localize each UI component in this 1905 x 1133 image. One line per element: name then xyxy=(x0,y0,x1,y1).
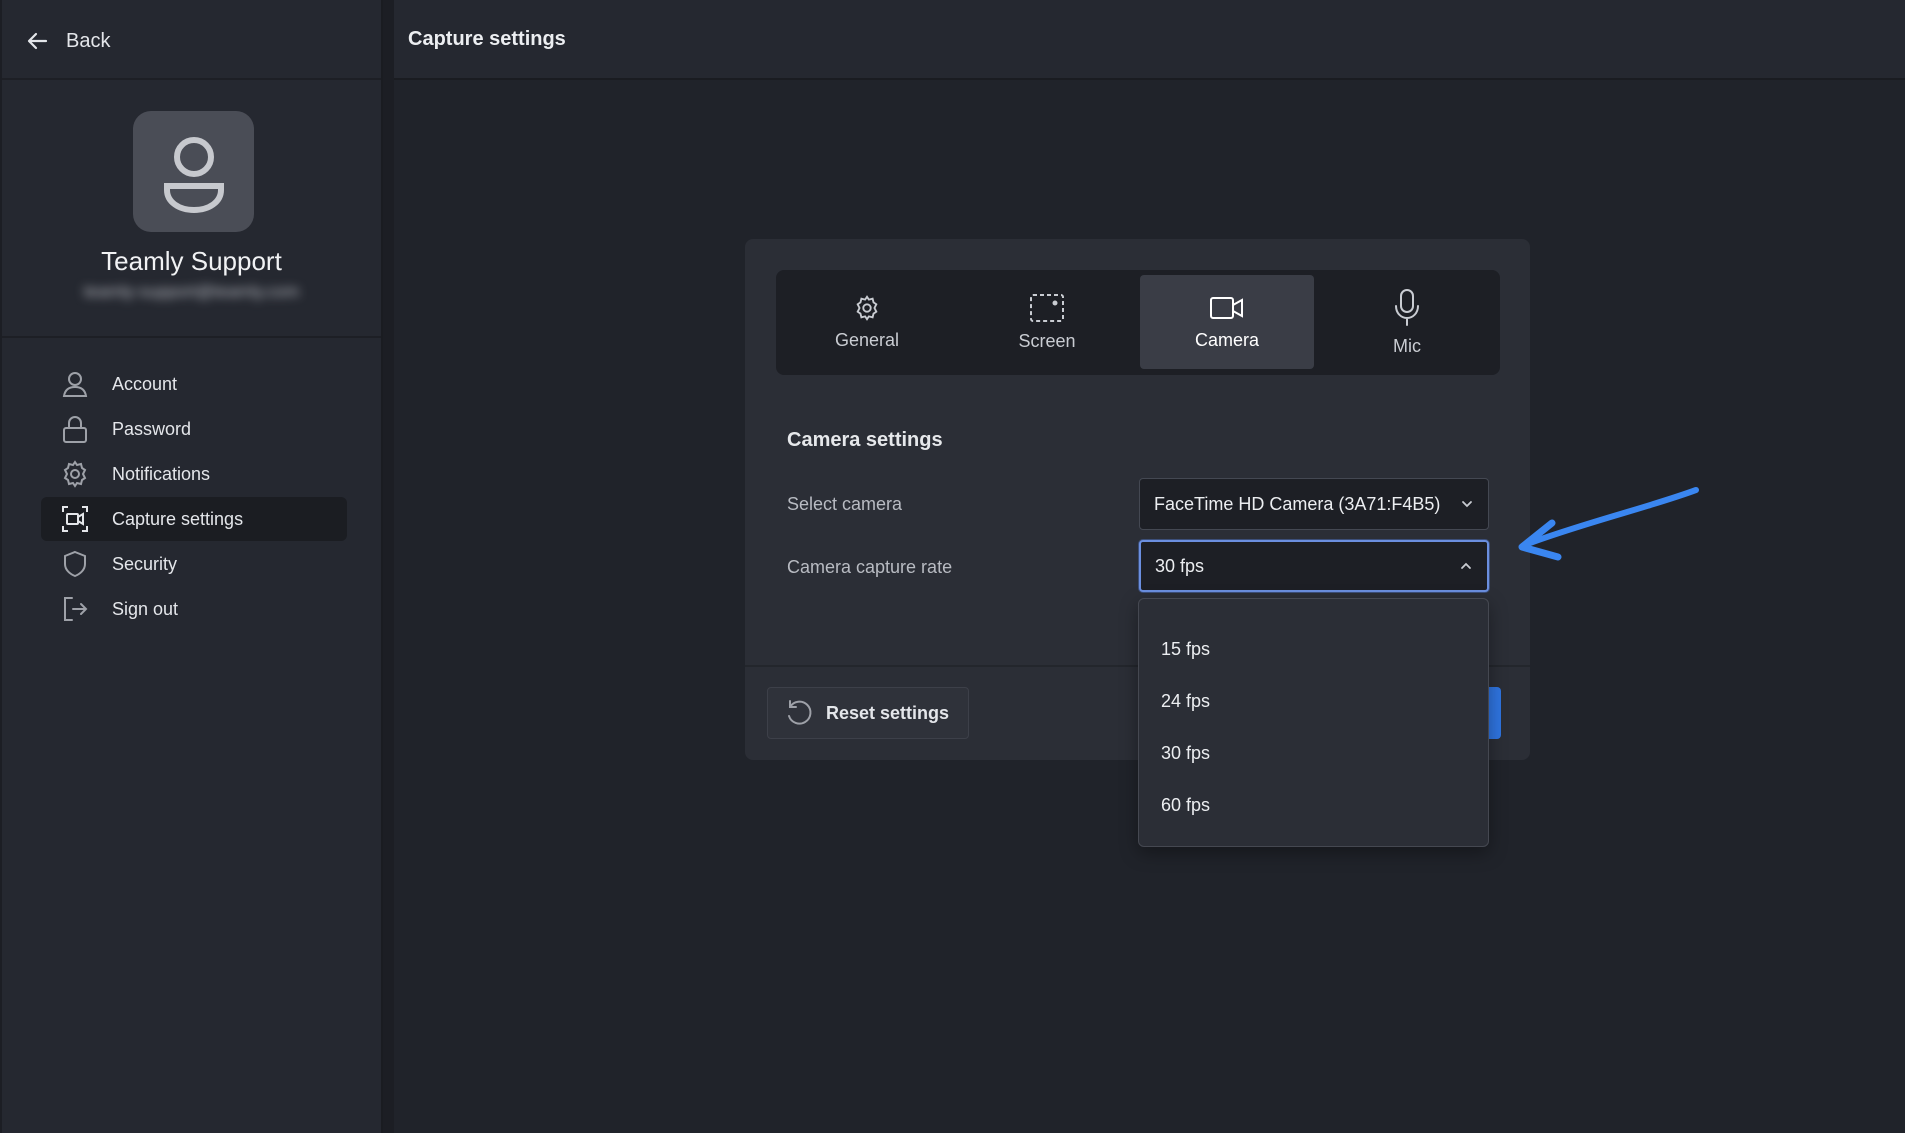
chevron-up-icon xyxy=(1461,562,1471,569)
capture-rate-select[interactable]: 30 fps xyxy=(1139,540,1489,592)
sidebar-item-label: Notifications xyxy=(112,463,211,484)
sidebar-item-security[interactable]: Security xyxy=(41,542,347,586)
shield-icon xyxy=(64,550,86,578)
annotation-arrow xyxy=(1518,487,1699,561)
capture-rate-value: 30 fps xyxy=(1155,555,1205,576)
capture-icon xyxy=(62,506,88,532)
reset-label: Reset settings xyxy=(826,702,950,723)
sidebar-item-label: Sign out xyxy=(112,598,179,619)
reset-icon xyxy=(788,700,812,725)
sidebar-item-label: Security xyxy=(112,553,178,574)
user-email: teamly-support@teamly.com xyxy=(83,282,300,301)
sidebar-item-password[interactable]: Password xyxy=(41,407,347,451)
divider xyxy=(2,78,381,80)
select-camera-label: Select camera xyxy=(787,494,903,514)
tab-screen[interactable]: Screen xyxy=(960,275,1134,369)
lock-icon xyxy=(63,416,87,443)
reset-settings-button[interactable]: Reset settings xyxy=(767,687,969,739)
dropdown-option[interactable]: 30 fps xyxy=(1139,727,1488,779)
camera-select-value: FaceTime HD Camera (3A71:F4B5) xyxy=(1154,493,1441,514)
header: Capture settings xyxy=(394,0,1905,80)
gear-icon xyxy=(856,294,878,321)
tab-label: General xyxy=(834,329,900,350)
dropdown-option[interactable]: 24 fps xyxy=(1139,675,1488,727)
capture-tabs: General Screen Camera Mic xyxy=(776,270,1500,375)
tab-mic[interactable]: Mic xyxy=(1320,275,1494,369)
user-avatar-icon xyxy=(163,136,224,213)
capture-rate-label: Camera capture rate xyxy=(787,557,953,577)
sidebar-item-notifications[interactable]: Notifications xyxy=(41,452,347,496)
chevron-down-icon xyxy=(1462,501,1472,508)
divider xyxy=(2,336,381,338)
tab-general[interactable]: General xyxy=(780,275,954,369)
sign-out-icon xyxy=(64,597,88,621)
sidebar-item-label: Capture settings xyxy=(112,508,244,529)
sidebar-item-capture-settings[interactable]: Capture settings xyxy=(41,497,347,541)
sidebar-item-sign-out[interactable]: Sign out xyxy=(41,587,347,631)
section-title: Camera settings xyxy=(787,429,943,451)
dropdown-option[interactable]: 15 fps xyxy=(1139,623,1488,675)
screen-capture-icon xyxy=(1030,293,1064,322)
tab-label: Camera xyxy=(1194,329,1260,350)
user-icon xyxy=(62,372,88,397)
gear-icon xyxy=(63,460,87,488)
arrow-left-icon xyxy=(27,32,48,50)
sidebar: Back Teamly Support teamly-support@teaml… xyxy=(2,0,383,1133)
camera-select[interactable]: FaceTime HD Camera (3A71:F4B5) xyxy=(1139,478,1489,530)
back-button[interactable]: Back xyxy=(26,24,110,58)
sidebar-item-account[interactable]: Account xyxy=(41,362,347,406)
page-title: Capture settings xyxy=(408,28,566,50)
main-area: Capture settings General Screen Camera M… xyxy=(394,0,1905,1133)
tab-label: Mic xyxy=(1393,335,1421,356)
sidebar-item-label: Password xyxy=(112,418,192,439)
video-camera-icon xyxy=(1210,296,1243,319)
capture-rate-dropdown: 15 fps 24 fps 30 fps 60 fps xyxy=(1138,598,1489,847)
back-label: Back xyxy=(66,29,111,52)
tab-label: Screen xyxy=(1018,330,1076,351)
microphone-icon xyxy=(1395,288,1419,326)
dropdown-option[interactable]: 60 fps xyxy=(1139,779,1488,831)
settings-nav: Account Password Notifications Capture s… xyxy=(41,362,347,632)
user-name: Teamly Support xyxy=(101,246,282,276)
tab-camera[interactable]: Camera xyxy=(1140,275,1314,369)
sidebar-item-label: Account xyxy=(112,373,178,394)
avatar xyxy=(133,111,254,232)
